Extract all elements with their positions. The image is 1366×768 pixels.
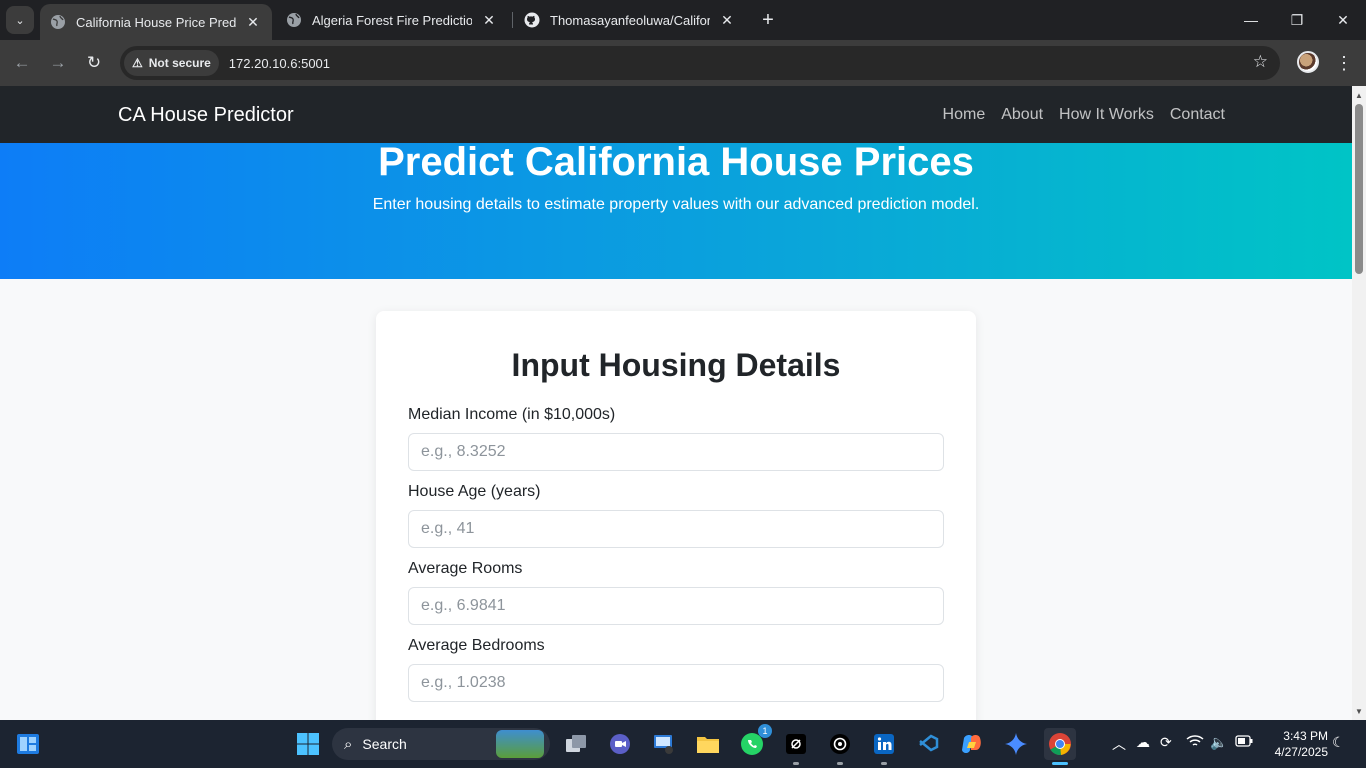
average-rooms-label: Average Rooms <box>408 560 523 577</box>
average-bedrooms-field-group: Average Bedrooms <box>408 637 944 702</box>
running-indicator <box>837 762 843 765</box>
do-not-disturb-moon-icon[interactable]: ☾ <box>1332 734 1345 751</box>
teams-meet-icon[interactable] <box>604 728 636 760</box>
browser-tab-strip: ⌄ California House Price Prediction ✕ Al… <box>0 0 1366 40</box>
warning-triangle-icon: ⚠ <box>132 56 143 70</box>
terminal-app-icon[interactable] <box>780 728 812 765</box>
forward-arrow-icon[interactable]: → <box>44 49 72 77</box>
hero-subtitle: Enter housing details to estimate proper… <box>372 196 980 213</box>
globe-icon <box>286 12 302 28</box>
back-arrow-icon[interactable]: ← <box>8 49 36 77</box>
clock-time: 3:43 PM <box>1283 729 1328 743</box>
nav-how-it-works-link[interactable]: How It Works <box>1059 106 1154 124</box>
wifi-icon[interactable] <box>1186 734 1204 751</box>
address-bar[interactable]: ⚠ Not secure 172.20.10.6:5001 ☆ <box>120 46 1280 80</box>
prediction-form-card: Input Housing Details Median Income (in … <box>376 311 976 720</box>
profile-avatar[interactable] <box>1297 51 1319 73</box>
site-brand[interactable]: CA House Predictor <box>118 104 294 127</box>
median-income-field-group: Median Income (in $10,000s) <box>408 406 944 471</box>
running-indicator <box>881 762 887 765</box>
tab-divider <box>512 12 513 28</box>
minimize-icon[interactable]: — <box>1228 0 1274 40</box>
start-windows-icon[interactable] <box>292 728 324 760</box>
whatsapp-badge: 1 <box>758 724 772 738</box>
nav-home-link[interactable]: Home <box>943 106 986 124</box>
scroll-up-arrow-icon[interactable]: ▲ <box>1352 88 1366 102</box>
tab-close-icon[interactable]: ✕ <box>244 13 262 31</box>
github-icon <box>524 12 540 28</box>
taskbar-search-label: Search <box>362 736 407 752</box>
security-label: Not secure <box>148 56 211 70</box>
tab-title: Algeria Forest Fire Prediction <box>312 12 472 28</box>
widgets-icon[interactable] <box>12 728 44 760</box>
taskbar-search-box[interactable]: ⌕ Search <box>332 728 550 760</box>
tab-close-icon[interactable]: ✕ <box>480 11 498 29</box>
file-explorer-icon[interactable] <box>692 728 724 760</box>
average-rooms-field-group: Average Rooms <box>408 560 944 625</box>
tab-algeria-forest[interactable]: Algeria Forest Fire Prediction ✕ <box>276 0 508 40</box>
tab-title: California House Price Prediction <box>76 14 236 30</box>
house-age-label: House Age (years) <box>408 483 541 500</box>
site-nav-links: Home About How It Works Contact <box>943 106 1225 124</box>
running-indicator-active <box>1052 762 1068 765</box>
search-icon: ⌕ <box>344 735 353 753</box>
tab-github-repo[interactable]: Thomasayanfeoluwa/California ✕ <box>514 0 746 40</box>
median-income-label: Median Income (in $10,000s) <box>408 406 616 423</box>
volume-icon[interactable]: 🔈 <box>1210 734 1227 751</box>
onedrive-cloud-icon[interactable]: ☁ <box>1136 734 1150 751</box>
globe-icon <box>50 14 66 30</box>
median-income-input[interactable] <box>408 433 944 471</box>
browser-toolbar: ← → ↻ ⚠ Not secure 172.20.10.6:5001 ☆ ⋮ <box>0 40 1366 86</box>
windows-taskbar: ⌕ Search 1 ︿ ☁ ⟳ 🔈 3:43 PM 4/27/2025 ☾ <box>0 720 1366 768</box>
clock-date: 4/27/2025 <box>1274 745 1328 759</box>
page-scrollbar[interactable]: ▲ ▼ <box>1352 86 1366 720</box>
remote-desktop-icon[interactable] <box>648 728 680 760</box>
scroll-down-arrow-icon[interactable]: ▼ <box>1352 704 1366 718</box>
bookmark-star-icon[interactable]: ☆ <box>1253 52 1268 72</box>
chatgpt-icon[interactable] <box>824 728 856 765</box>
gemini-sparkle-icon[interactable] <box>1000 728 1032 760</box>
average-bedrooms-input[interactable] <box>408 664 944 702</box>
tab-california-house[interactable]: California House Price Prediction ✕ <box>40 4 272 40</box>
taskbar-clock[interactable]: 3:43 PM 4/27/2025 <box>1262 728 1328 760</box>
site-info-chip[interactable]: ⚠ Not secure <box>124 50 219 76</box>
page-viewport: CA House Predictor Home About How It Wor… <box>0 86 1352 720</box>
house-age-field-group: House Age (years) <box>408 483 944 548</box>
site-navbar: CA House Predictor Home About How It Wor… <box>0 86 1352 143</box>
restore-icon[interactable]: ❐ <box>1274 0 1320 40</box>
vscode-insiders-icon[interactable] <box>912 728 944 760</box>
house-age-input[interactable] <box>408 510 944 548</box>
tab-close-icon[interactable]: ✕ <box>718 11 736 29</box>
hero-title: Predict California House Prices <box>378 140 974 184</box>
scroll-thumb[interactable] <box>1355 104 1363 274</box>
nav-about-link[interactable]: About <box>1001 106 1043 124</box>
form-title: Input Housing Details <box>511 347 841 383</box>
sync-update-icon[interactable]: ⟳ <box>1160 734 1172 751</box>
whatsapp-icon[interactable]: 1 <box>736 724 772 760</box>
new-tab-plus-icon[interactable]: + <box>756 8 780 32</box>
tab-title: Thomasayanfeoluwa/California <box>550 12 710 28</box>
linkedin-icon[interactable] <box>868 728 900 765</box>
url-text[interactable]: 172.20.10.6:5001 <box>229 56 330 71</box>
average-bedrooms-label: Average Bedrooms <box>408 637 545 654</box>
tab-search-chevron-icon[interactable]: ⌄ <box>6 6 34 34</box>
average-rooms-input[interactable] <box>408 587 944 625</box>
hero-banner: Predict California House Prices Enter ho… <box>0 140 1352 279</box>
running-indicator <box>793 762 799 765</box>
close-window-icon[interactable]: ✕ <box>1320 0 1366 40</box>
browser-menu-icon[interactable]: ⋮ <box>1334 49 1354 77</box>
battery-icon[interactable] <box>1235 734 1253 750</box>
chrome-icon[interactable] <box>1044 728 1076 765</box>
copilot-icon[interactable] <box>956 728 988 760</box>
reload-icon[interactable]: ↻ <box>80 49 108 77</box>
show-hidden-icons-chevron-icon[interactable]: ︿ <box>1112 734 1126 754</box>
nav-contact-link[interactable]: Contact <box>1170 106 1225 124</box>
search-highlight-image <box>496 730 544 758</box>
task-view-icon[interactable] <box>560 728 592 760</box>
